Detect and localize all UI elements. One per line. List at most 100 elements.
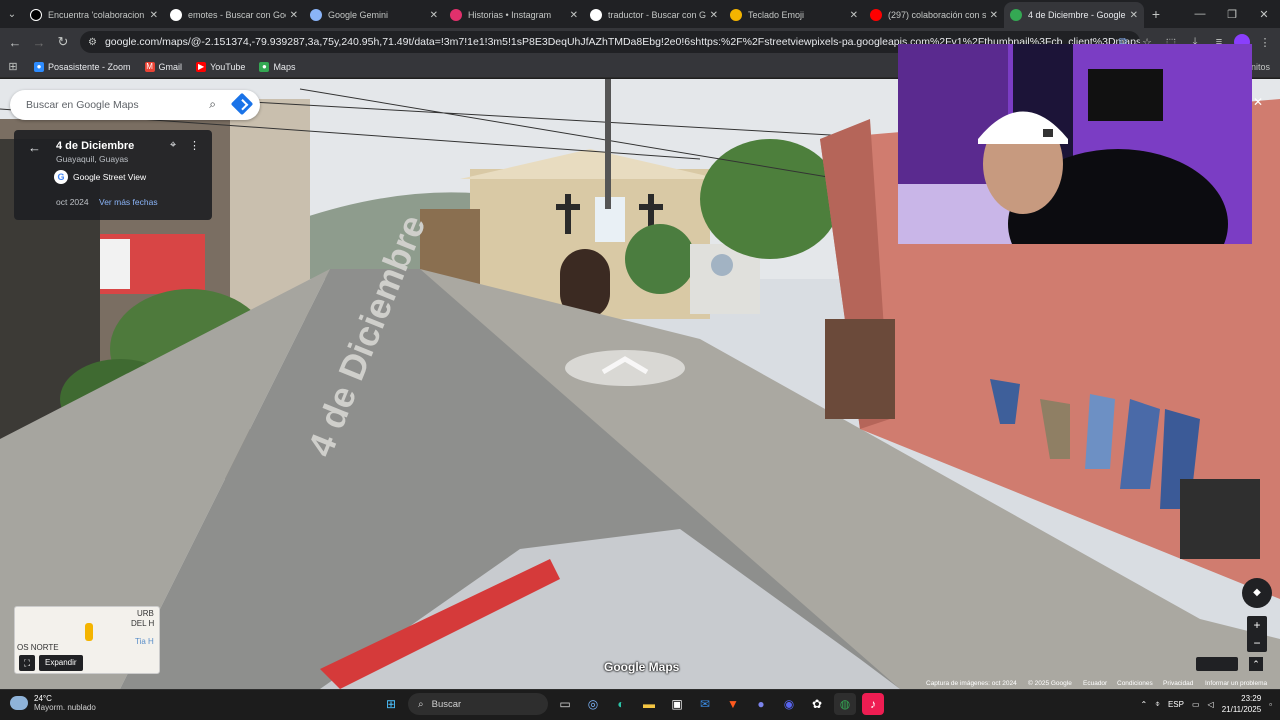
report-problem-link[interactable]: Informar un problema: [1205, 680, 1267, 687]
minimap-label: URB: [137, 609, 154, 618]
search-icon[interactable]: ⌕: [209, 97, 216, 112]
location-pin-icon[interactable]: ⌖: [170, 139, 176, 152]
youtube-icon: [870, 9, 882, 21]
minimap-label: DEL H: [131, 619, 155, 628]
close-window-icon[interactable]: ✕: [1248, 0, 1280, 28]
terms-link[interactable]: Condiciones: [1117, 680, 1153, 687]
notifications-icon[interactable]: ▫: [1269, 700, 1272, 709]
reload-icon[interactable]: ↻: [51, 30, 75, 54]
privacy-link[interactable]: Privacidad: [1163, 680, 1193, 687]
imagery-date: Captura de imágenes: oct 2024: [926, 680, 1017, 687]
taskbar-search[interactable]: ⌕ Buscar: [408, 693, 548, 715]
date: 21/11/2025: [1221, 705, 1262, 714]
place-title: 4 de Diciembre: [56, 140, 135, 152]
tray-overflow-icon[interactable]: ⌃: [1140, 700, 1147, 709]
apps-grid-icon[interactable]: ⊞: [0, 60, 26, 73]
directions-icon[interactable]: [230, 92, 254, 116]
close-tab-icon[interactable]: ✕: [710, 10, 718, 21]
collapse-icon[interactable]: ⌃: [1249, 657, 1263, 671]
chrome-menu-icon[interactable]: ⋮: [1256, 32, 1274, 52]
zoom-in-button[interactable]: +: [1247, 616, 1267, 634]
tab-gemini[interactable]: Google Gemini ✕: [304, 2, 444, 28]
discord-icon[interactable]: ◉: [778, 693, 800, 715]
tiktok-icon[interactable]: ♪: [862, 693, 884, 715]
temperature: 24°C: [34, 694, 52, 703]
google-icon: [590, 9, 602, 21]
close-tab-icon[interactable]: ✕: [290, 10, 298, 21]
google-icon: [170, 9, 182, 21]
file-explorer-icon[interactable]: ▬: [638, 693, 660, 715]
close-tab-icon[interactable]: ✕: [430, 10, 438, 21]
expand-button[interactable]: Expandir: [39, 655, 83, 671]
volume-icon[interactable]: ◁: [1208, 700, 1214, 709]
country-link[interactable]: Ecuador: [1083, 680, 1107, 687]
task-view-icon[interactable]: ▭: [554, 693, 576, 715]
weather-widget[interactable]: 24°C Mayorm. nublado: [10, 694, 96, 712]
close-tab-icon[interactable]: ✕: [150, 10, 158, 21]
tab-youtube[interactable]: (297) colaboración con st ✕: [864, 2, 1004, 28]
copyright: © 2025 Google: [1028, 680, 1072, 687]
tab-emoji[interactable]: Teclado Emoji ✕: [724, 2, 864, 28]
network-icon[interactable]: ▭: [1192, 700, 1200, 709]
close-icon[interactable]: ✕: [1251, 95, 1265, 109]
gmail-icon: M: [144, 61, 155, 72]
close-tab-icon[interactable]: ✕: [850, 10, 858, 21]
maps-icon: [1010, 9, 1022, 21]
tab-emotes[interactable]: emotes - Buscar con Goo ✕: [164, 2, 304, 28]
teams-icon[interactable]: ●: [750, 693, 772, 715]
bookmark-maps[interactable]: ● Maps: [259, 61, 295, 72]
tab-traductor[interactable]: traductor - Buscar con Go ✕: [584, 2, 724, 28]
more-options-icon[interactable]: ⋮: [189, 139, 200, 152]
close-tab-icon[interactable]: ✕: [1130, 10, 1138, 21]
system-tray: ⌃ ⌽ ESP ▭ ◁ 23:29 21/11/2025 ▫: [1140, 693, 1272, 715]
language-indicator[interactable]: ESP: [1168, 700, 1184, 709]
forward-arrow-icon[interactable]: →: [27, 30, 51, 54]
close-tab-icon[interactable]: ✕: [990, 10, 998, 21]
search-icon: ⌕: [418, 698, 424, 710]
taskbar-apps: ⊞ ⌕ Buscar ▭ ◎ ◐ ▬ ▣ ✉ ▼ ● ◉ ✿ ◍ ♪: [380, 693, 884, 715]
brave-icon[interactable]: ▼: [722, 693, 744, 715]
back-arrow-icon[interactable]: ←: [28, 140, 41, 155]
street-view-provider: G Google Street View: [54, 170, 146, 184]
tab-maps[interactable]: 4 de Diciembre - Google ✕: [1004, 2, 1144, 28]
capture-date: oct 2024: [56, 197, 89, 207]
bookmark-youtube[interactable]: ▶ YouTube: [196, 61, 245, 72]
bookmark-zoom[interactable]: ● Posasistente - Zoom: [34, 61, 131, 72]
back-arrow-icon[interactable]: ←: [3, 30, 27, 54]
chrome-icon[interactable]: ◍: [834, 693, 856, 715]
pegman-icon: [85, 623, 93, 641]
zoom-out-button[interactable]: −: [1247, 634, 1267, 652]
layers-button[interactable]: [1196, 657, 1238, 671]
chatgpt-icon[interactable]: ✿: [806, 693, 828, 715]
mail-icon[interactable]: ✉: [694, 693, 716, 715]
zoom-icon: ●: [34, 61, 44, 72]
more-dates-link[interactable]: Ver más fechas: [99, 197, 158, 207]
bookmark-gmail[interactable]: M Gmail: [144, 61, 182, 72]
webcam-feed-illustration: [898, 44, 1252, 244]
webcam-overlay: [898, 44, 1252, 244]
tab-strip: ⌄ Encuentra 'colaboracion c ✕ emotes - Bu…: [0, 0, 1280, 28]
gemini-icon: [310, 9, 322, 21]
minimap[interactable]: URB DEL H OS NORTE Tia H ⛶ Expandir: [14, 606, 160, 674]
compass-icon[interactable]: ◆: [1242, 578, 1272, 608]
tab-instagram[interactable]: Historias • Instagram ✕: [444, 2, 584, 28]
minimap-label: OS NORTE: [17, 643, 59, 652]
store-icon[interactable]: ▣: [666, 693, 688, 715]
site-info-icon[interactable]: ⚙: [88, 37, 97, 48]
microphone-icon[interactable]: ⌽: [1155, 699, 1160, 709]
edge-icon[interactable]: ◐: [610, 693, 632, 715]
copilot-icon[interactable]: ◎: [582, 693, 604, 715]
fullscreen-icon[interactable]: ⛶: [19, 655, 35, 671]
maps-search-box[interactable]: Buscar en Google Maps ⌕: [10, 90, 260, 120]
close-tab-icon[interactable]: ✕: [570, 10, 578, 21]
minimize-icon[interactable]: —: [1184, 0, 1216, 28]
restore-icon[interactable]: ❐: [1216, 0, 1248, 28]
clock[interactable]: 23:29 21/11/2025: [1222, 693, 1261, 715]
tab-tiktok[interactable]: Encuentra 'colaboracion c ✕: [24, 2, 164, 28]
new-tab-button[interactable]: +: [1144, 6, 1168, 22]
windows-start-icon[interactable]: ⊞: [380, 693, 402, 715]
tiktok-icon: [30, 9, 42, 21]
youtube-icon: ▶: [196, 61, 207, 72]
tab-search-button[interactable]: ⌄: [0, 0, 24, 28]
time: 23:29: [1241, 694, 1262, 703]
